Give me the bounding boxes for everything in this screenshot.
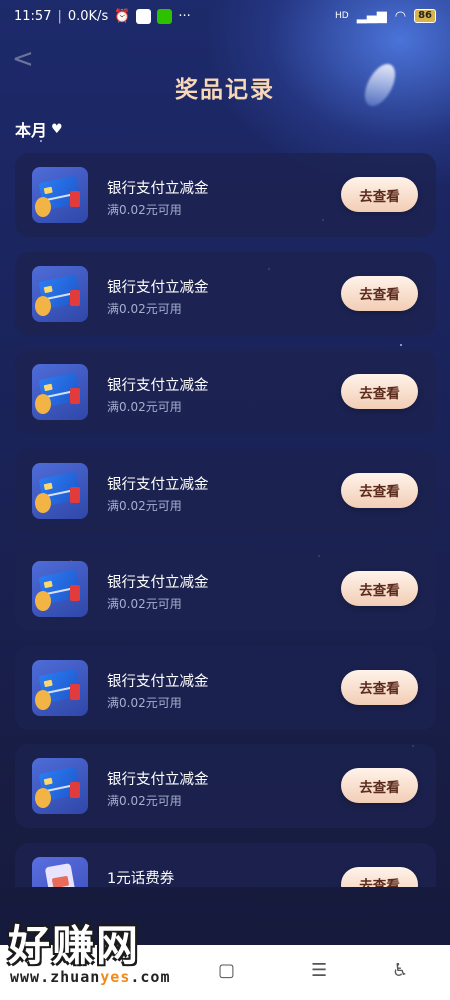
more-notifications-icon: ··· — [178, 8, 191, 24]
prize-card: 银行支付立减金 满0.02元可用 去查看 — [15, 448, 436, 533]
prize-info: 银行支付立减金 满0.02元可用 — [107, 374, 209, 415]
bank-card-icon — [32, 659, 88, 716]
signal-icon: ▂▄▆ — [356, 8, 387, 24]
phone-voucher-icon — [32, 856, 88, 887]
prize-condition: 满0.02元可用 — [107, 498, 182, 513]
prize-name: 银行支付立减金 — [107, 279, 209, 296]
prize-card: 1元话费券 去查看 — [15, 842, 436, 888]
alarm-icon: ⏰ — [114, 8, 131, 24]
bank-card-icon — [32, 167, 88, 223]
watermark-url: www.zhuanyes.com — [10, 968, 171, 986]
prize-name: 1元话费券 — [107, 870, 175, 887]
view-prize-button[interactable]: 去查看 — [341, 571, 418, 606]
wechat-icon — [157, 8, 173, 24]
prize-info: 银行支付立减金 满0.02元可用 — [107, 670, 209, 711]
prize-condition: 满0.02元可用 — [107, 794, 182, 808]
prize-card: 银行支付立减金 满0.02元可用 去查看 — [15, 645, 436, 730]
prize-condition: 满0.02元可用 — [107, 301, 182, 316]
prize-card: 银行支付立减金 满0.02元可用 去查看 — [15, 251, 436, 336]
prize-name: 银行支付立减金 — [107, 772, 209, 788]
menu-icon[interactable]: ☰ — [311, 960, 327, 981]
bank-card-icon — [32, 561, 88, 617]
prize-name: 银行支付立减金 — [107, 181, 209, 197]
prize-name: 银行支付立减金 — [107, 378, 209, 394]
view-prize-button[interactable]: 去查看 — [341, 866, 418, 887]
prize-info: 银行支付立减金 满0.02元可用 — [107, 276, 209, 317]
prize-name: 银行支付立减金 — [107, 673, 209, 690]
view-prize-button[interactable]: 去查看 — [341, 275, 418, 311]
bank-card-icon — [32, 758, 88, 814]
status-time: 11:57 — [14, 8, 52, 24]
bank-card-icon — [32, 462, 88, 519]
view-prize-button[interactable]: 去查看 — [341, 669, 418, 705]
prize-info: 1元话费券 — [107, 867, 174, 888]
prize-info: 银行支付立减金 满0.02元可用 — [107, 177, 209, 218]
qq-icon — [136, 8, 152, 24]
prize-name: 银行支付立减金 — [107, 575, 209, 591]
status-bar: 11:57 | 0.0K/s ⏰ ··· HD ▂▄▆ ◠ 86 — [0, 0, 450, 32]
view-prize-button[interactable]: 去查看 — [341, 177, 418, 212]
prize-condition: 满0.02元可用 — [107, 203, 182, 217]
prize-card: 银行支付立减金 满0.02元可用 去查看 — [15, 153, 436, 237]
view-prize-button[interactable]: 去查看 — [341, 374, 418, 409]
bank-card-icon — [32, 364, 88, 420]
accessibility-icon[interactable]: ♿ — [392, 960, 408, 981]
month-filter[interactable]: 本月 ♥ — [15, 117, 63, 141]
view-prize-button[interactable]: 去查看 — [341, 472, 418, 508]
home-icon[interactable]: ▢ — [218, 960, 235, 981]
prize-list: 银行支付立减金 满0.02元可用 去查看 银行支付立减金 满0.02元可用 去查看 银行支付… — [15, 153, 436, 887]
prize-name: 银行支付立减金 — [107, 476, 209, 493]
prize-card: 银行支付立减金 满0.02元可用 去查看 — [15, 744, 436, 828]
network-speed: 0.0K/s — [67, 8, 109, 24]
prize-card: 银行支付立减金 满0.02元可用 去查看 — [15, 547, 436, 631]
view-prize-button[interactable]: 去查看 — [341, 768, 418, 803]
prize-info: 银行支付立减金 满0.02元可用 — [107, 473, 209, 514]
battery-icon: 86 — [414, 9, 436, 23]
prize-info: 银行支付立减金 满0.02元可用 — [107, 768, 209, 809]
prize-card: 银行支付立减金 满0.02元可用 去查看 — [15, 350, 436, 434]
prize-condition: 满0.02元可用 — [107, 597, 182, 611]
bank-card-icon — [32, 265, 88, 322]
prize-condition: 满0.02元可用 — [107, 400, 182, 414]
hd-icon: HD — [335, 11, 349, 21]
watermark: 好赚网 www.zhuanyes.com — [6, 912, 196, 990]
prize-info: 银行支付立减金 满0.02元可用 — [107, 571, 209, 612]
heart-icon: ♥ — [51, 121, 63, 137]
month-filter-label: 本月 — [15, 121, 48, 140]
prize-condition: 满0.02元可用 — [107, 695, 182, 710]
watermark-logo: 好赚网 — [8, 921, 141, 970]
wifi-icon: ◠ — [394, 8, 407, 24]
